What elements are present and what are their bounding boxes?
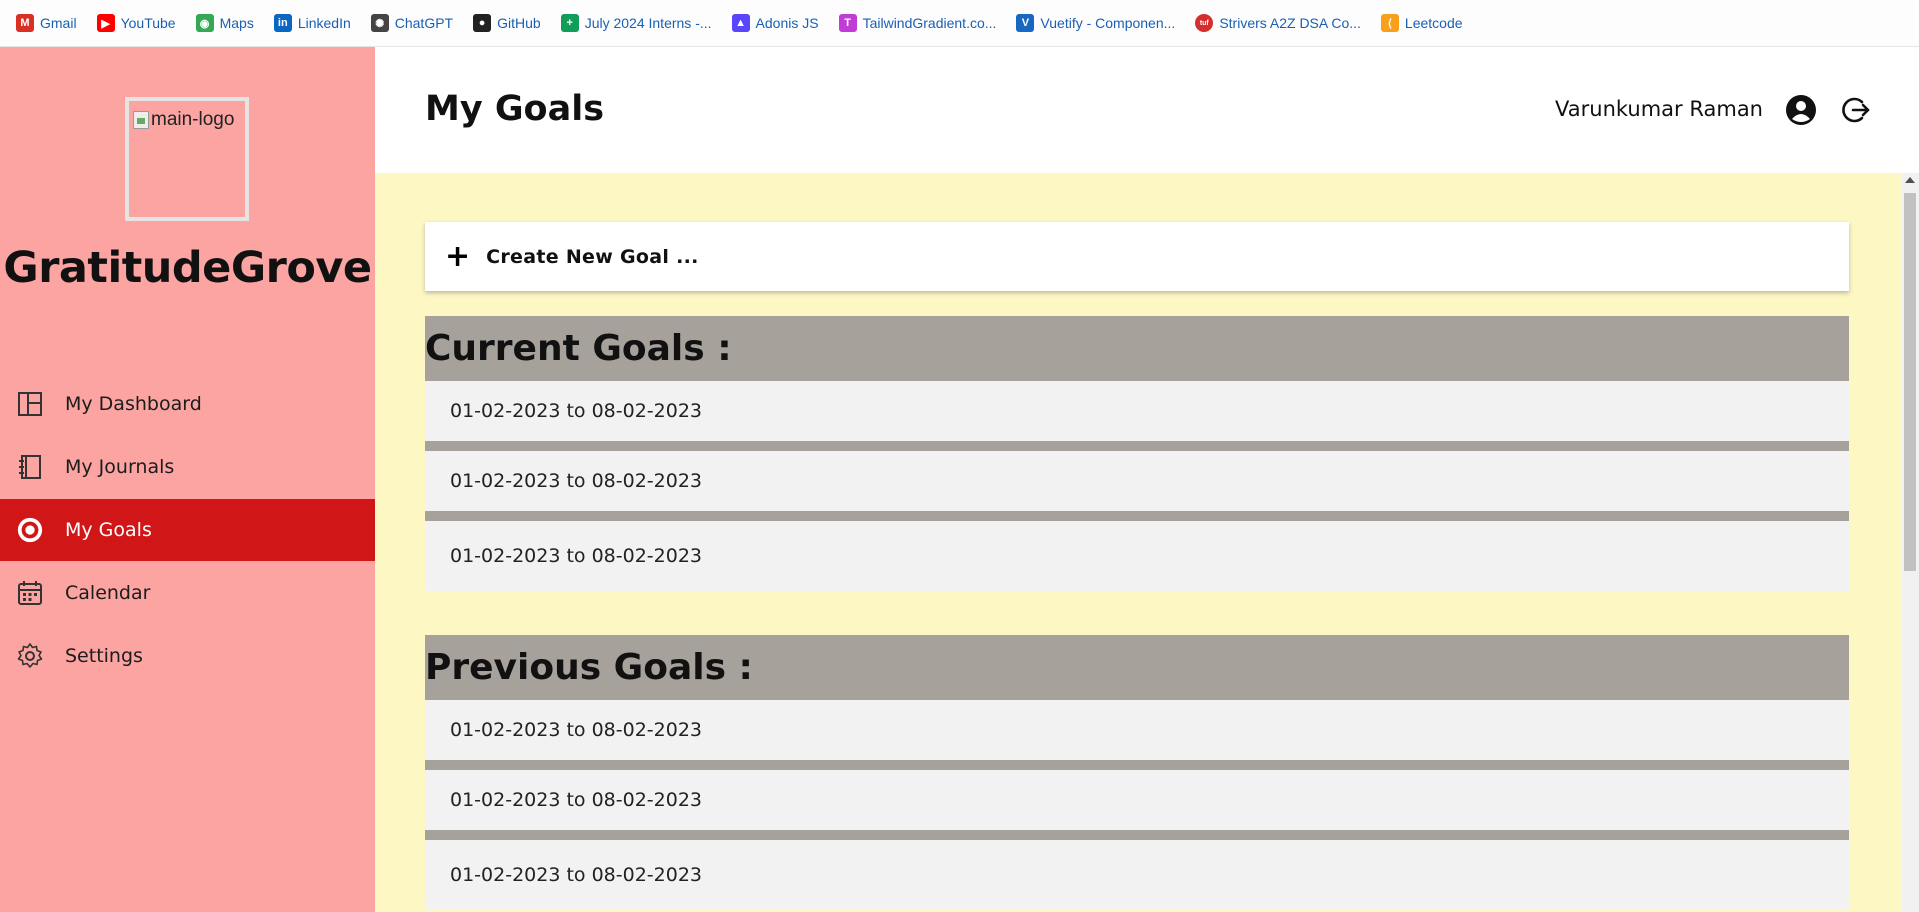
top-header: My Goals Varunkumar Raman xyxy=(375,47,1919,173)
sidebar-item-label: My Dashboard xyxy=(65,393,202,415)
previous-goals-section: Previous Goals : 01-02-2023 to 08-02-202… xyxy=(425,635,1849,910)
vertical-scrollbar[interactable] xyxy=(1901,173,1919,912)
bookmark-label: YouTube xyxy=(120,15,176,31)
tuf-icon: tuf xyxy=(1195,14,1214,32)
settings-icon xyxy=(16,642,44,670)
sheets-icon: + xyxy=(560,14,579,32)
sidebar-item-calendar[interactable]: Calendar xyxy=(0,562,375,624)
bookmark-item[interactable]: tuf Strivers A2Z DSA Co... xyxy=(1193,8,1371,38)
bookmark-label: Maps xyxy=(219,15,254,31)
target-icon xyxy=(16,516,44,544)
scroll-up-arrow-icon[interactable] xyxy=(1905,177,1915,183)
tailwindgradient-icon: T xyxy=(838,14,857,32)
bookmark-item[interactable]: ● GitHub xyxy=(471,8,551,38)
goal-item[interactable]: 01-02-2023 to 08-02-2023 xyxy=(425,700,1849,770)
dashboard-icon xyxy=(16,390,44,418)
goal-item[interactable]: 01-02-2023 to 08-02-2023 xyxy=(425,381,1849,451)
logo-alt-label: main-logo xyxy=(151,109,235,130)
sidebar: main-logo GratitudeGrove My Dashboard My… xyxy=(0,47,375,912)
bookmark-label: ChatGPT xyxy=(394,15,454,31)
bookmark-item[interactable]: ⟨ Leetcode xyxy=(1379,8,1473,38)
goal-item[interactable]: 01-02-2023 to 08-02-2023 xyxy=(425,770,1849,840)
bookmark-label: LinkedIn xyxy=(297,15,351,31)
bookmark-item[interactable]: ▲ Adonis JS xyxy=(730,8,829,38)
bookmark-label: TailwindGradient.co... xyxy=(862,15,997,31)
vuetify-icon: V xyxy=(1016,14,1035,32)
sidebar-item-goals[interactable]: My Goals xyxy=(0,499,375,561)
goal-item[interactable]: 01-02-2023 to 08-02-2023 xyxy=(425,451,1849,521)
goal-item[interactable]: 01-02-2023 to 08-02-2023 xyxy=(425,840,1849,910)
bookmark-label: Gmail xyxy=(40,15,77,31)
sidebar-item-label: My Journals xyxy=(65,456,175,478)
create-goal-button[interactable]: + Create New Goal ... xyxy=(425,222,1849,291)
leetcode-icon: ⟨ xyxy=(1380,14,1399,32)
page-title: My Goals xyxy=(425,89,605,129)
current-goals-section: Current Goals : 01-02-2023 to 08-02-2023… xyxy=(425,316,1849,591)
previous-goals-heading: Previous Goals : xyxy=(425,635,1849,700)
main-content: + Create New Goal ... Current Goals : 01… xyxy=(375,173,1901,912)
bookmark-label: Strivers A2Z DSA Co... xyxy=(1219,15,1361,31)
bookmark-label: Adonis JS xyxy=(755,15,819,31)
calendar-icon xyxy=(16,579,44,607)
bookmark-label: Leetcode xyxy=(1404,15,1463,31)
chatgpt-icon: ✺ xyxy=(370,14,389,32)
bookmark-label: GitHub xyxy=(497,15,541,31)
bookmark-item[interactable]: ▶ YouTube xyxy=(95,8,186,38)
goal-item[interactable]: 01-02-2023 to 08-02-2023 xyxy=(425,521,1849,591)
journal-icon xyxy=(16,453,44,481)
app-name: GratitudeGrove xyxy=(3,243,372,293)
maps-icon: ◉ xyxy=(195,14,214,32)
bookmark-item[interactable]: M Gmail xyxy=(14,8,87,38)
bookmark-label: July 2024 Interns -... xyxy=(584,15,712,31)
user-name: Varunkumar Raman xyxy=(1555,97,1763,121)
main-logo: main-logo xyxy=(125,97,249,221)
bookmark-item[interactable]: V Vuetify - Componen... xyxy=(1014,8,1185,38)
bookmarks-bar: M Gmail ▶ YouTube ◉ Maps in LinkedIn ✺ ChatGPT ● Gi… xyxy=(0,0,1919,47)
sidebar-item-settings[interactable]: Settings xyxy=(0,625,375,687)
plus-icon: + xyxy=(445,238,471,274)
current-goals-heading: Current Goals : xyxy=(425,316,1849,381)
account-icon[interactable] xyxy=(1785,94,1817,126)
bookmark-item[interactable]: ◉ Maps xyxy=(194,8,264,38)
logout-icon[interactable] xyxy=(1840,94,1872,126)
github-icon: ● xyxy=(473,14,492,32)
sidebar-item-label: Settings xyxy=(65,645,143,667)
gmail-icon: M xyxy=(16,14,34,32)
bookmark-item[interactable]: in LinkedIn xyxy=(272,8,361,38)
bookmark-item[interactable]: ✺ ChatGPT xyxy=(369,8,463,38)
bookmark-item[interactable]: + July 2024 Interns -... xyxy=(559,8,722,38)
sidebar-item-journals[interactable]: My Journals xyxy=(0,436,375,498)
sidebar-item-label: My Goals xyxy=(65,519,152,541)
create-goal-label: Create New Goal ... xyxy=(486,245,699,268)
sidebar-item-label: Calendar xyxy=(65,582,151,604)
youtube-icon: ▶ xyxy=(96,14,115,32)
sidebar-item-dashboard[interactable]: My Dashboard xyxy=(0,373,375,435)
sidebar-nav: My Dashboard My Journals My Goals Calend… xyxy=(0,373,375,688)
logo-alt-text: main-logo xyxy=(133,109,234,131)
linkedin-icon: in xyxy=(273,14,292,32)
broken-image-icon xyxy=(133,111,149,129)
bookmark-item[interactable]: T TailwindGradient.co... xyxy=(837,8,1007,38)
scroll-thumb[interactable] xyxy=(1904,193,1916,571)
bookmark-label: Vuetify - Componen... xyxy=(1040,15,1176,31)
adonis-icon: ▲ xyxy=(731,14,750,32)
